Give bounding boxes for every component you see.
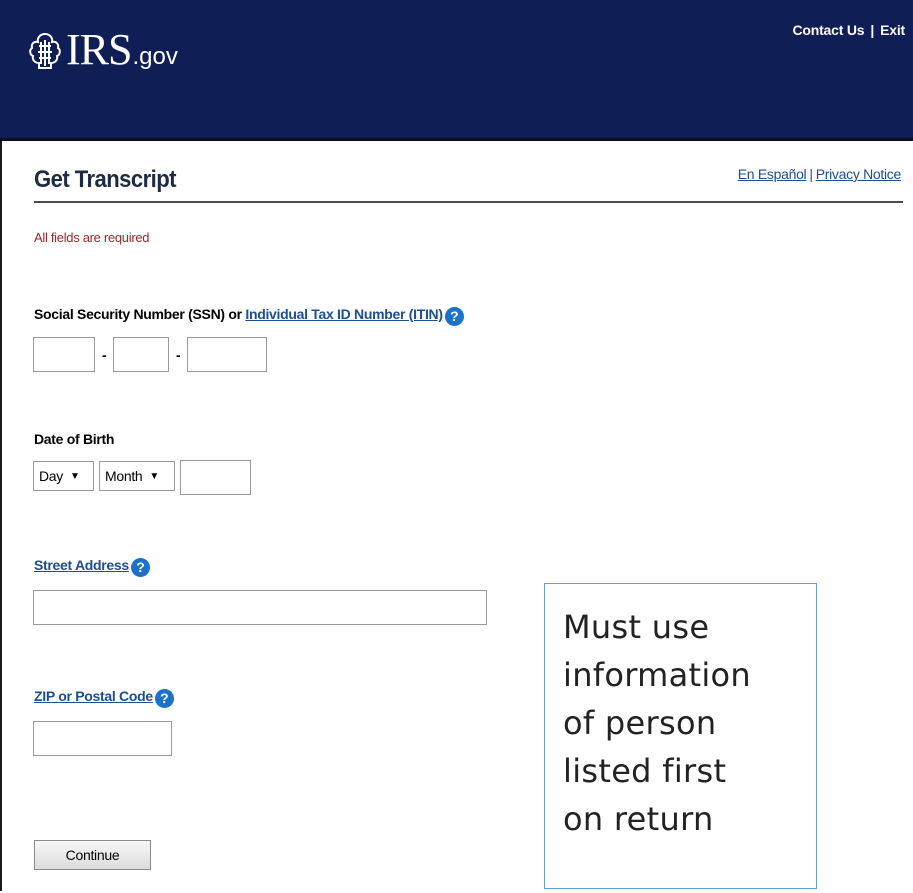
dob-month-value: Month <box>105 468 143 484</box>
required-fields-note: All fields are required <box>34 230 150 245</box>
zip-input[interactable] <box>33 721 172 756</box>
irs-logo[interactable]: IRS .gov <box>28 28 178 72</box>
header-link-separator: | <box>870 22 875 38</box>
page-title: Get Transcript <box>34 166 177 193</box>
dropdown-arrow-icon: ▼ <box>149 470 160 482</box>
continue-button[interactable]: Continue <box>34 840 151 870</box>
contact-us-link[interactable]: Contact Us <box>792 22 864 38</box>
header-links: Contact Us | Exit <box>792 22 905 38</box>
ssn-dash-1: - <box>102 347 107 363</box>
zip-link[interactable]: ZIP or Postal Code <box>34 688 153 704</box>
ssn-dash-2: - <box>176 347 181 363</box>
dob-day-select[interactable]: Day ▼ <box>33 461 94 491</box>
dob-month-select[interactable]: Month ▼ <box>99 461 175 491</box>
callout-line: listed first <box>563 752 727 790</box>
ssn-label-text: Social Security Number (SSN) or <box>34 306 246 322</box>
street-address-input[interactable] <box>33 590 487 625</box>
dob-day-value: Day <box>39 468 63 484</box>
callout-line: of person <box>563 704 717 742</box>
zip-help-icon[interactable]: ? <box>154 689 174 708</box>
callout-line: on return <box>563 800 714 838</box>
ssn-part3-input[interactable] <box>187 337 267 372</box>
language-privacy-links: En Español | Privacy Notice <box>738 166 902 182</box>
privacy-notice-link[interactable]: Privacy Notice <box>816 166 902 182</box>
callout-line: Must use <box>563 608 710 646</box>
ssn-label: Social Security Number (SSN) or Individu… <box>34 306 464 326</box>
dob-label: Date of Birth <box>34 431 115 447</box>
ssn-help-icon[interactable]: ? <box>444 307 464 326</box>
dropdown-arrow-icon: ▼ <box>70 470 80 482</box>
street-address-link[interactable]: Street Address <box>34 557 129 573</box>
street-address-label: Street Address? <box>34 557 150 577</box>
zip-label: ZIP or Postal Code? <box>34 688 174 708</box>
ssn-part1-input[interactable] <box>33 337 95 372</box>
street-help-icon[interactable]: ? <box>130 558 150 577</box>
title-divider <box>34 201 903 203</box>
header-banner: IRS .gov Contact Us | Exit <box>0 0 913 141</box>
link-separator: | <box>809 166 813 182</box>
dob-year-input[interactable] <box>180 460 251 495</box>
ssn-part2-input[interactable] <box>113 337 169 372</box>
callout-line: information <box>563 656 751 694</box>
logo-irs-text: IRS <box>66 25 132 74</box>
en-espanol-link[interactable]: En Español <box>738 166 807 182</box>
exit-link[interactable]: Exit <box>880 22 905 38</box>
logo-gov-text: .gov <box>132 43 178 70</box>
annotation-callout: Must use information of person listed fi… <box>544 583 817 889</box>
itin-link[interactable]: Individual Tax ID Number (ITIN) <box>245 306 443 322</box>
eagle-icon <box>29 32 61 69</box>
